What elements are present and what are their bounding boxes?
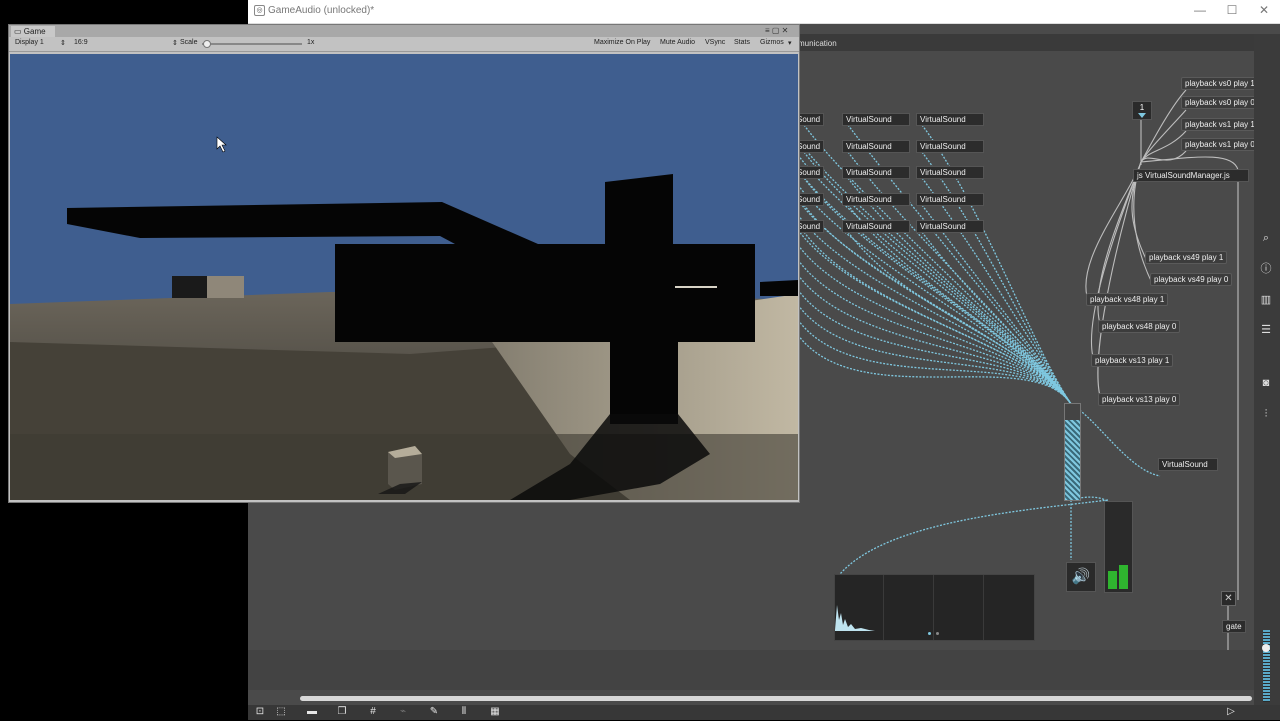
window-controls-icon[interactable]: ≡ ▢ ✕ [765,26,788,35]
grid-icon[interactable]: # [366,706,380,717]
playback-message[interactable]: playback vs1 play 1 [1181,118,1259,131]
spectrum-graph [835,605,875,631]
unity-game-toolbar: Display 1 ⇕ 16:9 ⇕ Scale 1x Maximize On … [9,37,799,52]
maximize-on-play-toggle[interactable]: Maximize On Play [594,39,650,46]
speaker-icon[interactable]: 🔊 [1066,562,1096,592]
mixer-object[interactable] [1064,403,1081,501]
virtualsound-object[interactable]: VirtualSound [842,140,910,153]
chevron-down-icon: ⇕ [172,40,178,47]
bottom-toolbar: ⊡ ⬚ ▬ ❐ # ⌁ ✎ ⫴ ▦ ▷ [248,705,1280,720]
presentation-icon[interactable]: ▬ [305,706,319,717]
info-icon[interactable]: ⓘ [1258,261,1274,277]
level-meter-left [1108,571,1117,589]
playback-message[interactable]: playback vs0 play 1 [1181,77,1259,90]
game-viewport[interactable] [10,54,798,500]
windows-icon[interactable]: ❐ [335,706,349,717]
library-icon[interactable]: ⫴ [457,706,471,717]
patch-cord[interactable] [797,139,1072,405]
patch-cord[interactable] [797,229,1072,405]
playback-message[interactable]: playback vs49 play 1 [1145,251,1228,264]
patch-cord[interactable] [1140,130,1187,163]
snap-icon[interactable]: ⌁ [396,706,410,717]
list-icon[interactable]: ☰ [1258,322,1274,338]
horizontal-scrollbar[interactable] [300,696,1252,701]
wrench-icon[interactable]: ✎ [427,706,441,717]
scale-slider-knob[interactable] [203,40,211,48]
playback-message[interactable]: playback vs48 play 0 [1098,320,1181,333]
book-icon[interactable]: ▥ [1258,292,1274,308]
virtualsound-object[interactable]: VirtualSound [916,220,984,233]
patch-cord[interactable] [1070,403,1161,477]
unity-tab-row: ▭ Game ≡ ▢ ✕ [9,25,799,37]
gate-object[interactable]: gate [1222,620,1246,633]
camera-icon[interactable]: ◙ [1258,375,1274,391]
gizmos-dropdown[interactable]: Gizmos [760,39,784,46]
virtualsound-object[interactable]: VirtualSound [842,166,910,179]
playback-message[interactable]: playback vs13 play 1 [1091,354,1174,367]
playback-message[interactable]: playback vs13 play 0 [1098,393,1181,406]
chevron-down-icon: ⇕ [60,40,66,47]
virtualsound-object[interactable]: VirtualSound [916,140,984,153]
game-scene [10,54,798,500]
patch-cord[interactable] [797,289,1072,405]
mute-audio-toggle[interactable]: Mute Audio [660,39,695,46]
virtualsound-object[interactable]: VirtualSound [916,166,984,179]
patch-cord[interactable] [803,177,1072,405]
scale-label: Scale [180,39,198,46]
playback-message[interactable]: playback vs48 play 1 [1086,293,1169,306]
virtualsound-object[interactable]: VirtualSound [916,113,984,126]
number-box-value: 1 [1139,103,1145,112]
display-dropdown[interactable]: Display 1 [15,39,44,46]
vsync-toggle[interactable]: VSync [705,39,725,46]
playback-message[interactable]: playback vs0 play 0 [1181,96,1259,109]
playback-message[interactable]: playback vs1 play 0 [1181,138,1259,151]
volume-meter [1263,630,1270,702]
virtualsound-object[interactable]: VirtualSound [916,193,984,206]
playback-message[interactable]: playback vs49 play 0 [1150,273,1233,286]
search-icon[interactable]: ⌕ [1258,230,1274,246]
toggle-x-icon[interactable]: ✕ [1221,591,1236,606]
virtualsound-object[interactable]: VirtualSound [842,220,910,233]
tab-game[interactable]: ▭ Game [11,26,55,37]
patch-cord[interactable] [1140,156,1239,600]
patcher-bottom-area [248,650,1254,690]
virtualsound-object[interactable]: VirtualSound [1158,458,1218,471]
scale-value: 1x [307,39,315,46]
mixer-object-header [1065,404,1080,420]
mixer-icon[interactable]: ⫶ [1258,406,1274,422]
lock-icon[interactable]: ⊡ [253,706,267,717]
triangle-icon [1138,113,1146,118]
number-box[interactable]: 1 [1132,101,1152,120]
virtualsound-object[interactable]: VirtualSound [842,113,910,126]
volume-slider-knob[interactable] [1262,644,1270,652]
patch-cord[interactable] [921,151,1072,405]
level-meter [1104,501,1133,593]
chevron-down-icon: ▾ [788,40,792,47]
unity-game-window: ▭ Game ≡ ▢ ✕ Display 1 ⇕ 16:9 ⇕ Scale 1x… [8,24,800,503]
right-sidebar: ⌕ ⓘ ▥ ☰ ◙ ⫶ ⏻ [1254,34,1280,720]
scale-slider[interactable] [202,43,302,45]
game-tab-icon: ▭ [14,27,22,36]
virtualsound-object[interactable]: VirtualSound [842,193,910,206]
aspect-dropdown[interactable]: 16:9 [74,39,88,46]
level-meter-right [1119,565,1128,589]
keyboard-icon[interactable]: ▦ [488,706,502,717]
spectroscope[interactable] [834,574,1035,641]
pointer-icon[interactable]: ⬚ [274,706,288,717]
tab-game-label: Game [23,27,46,36]
js-object[interactable]: js VirtualSoundManager.js [1133,169,1249,182]
play-icon[interactable]: ▷ [1224,706,1238,717]
stats-toggle[interactable]: Stats [734,39,750,46]
